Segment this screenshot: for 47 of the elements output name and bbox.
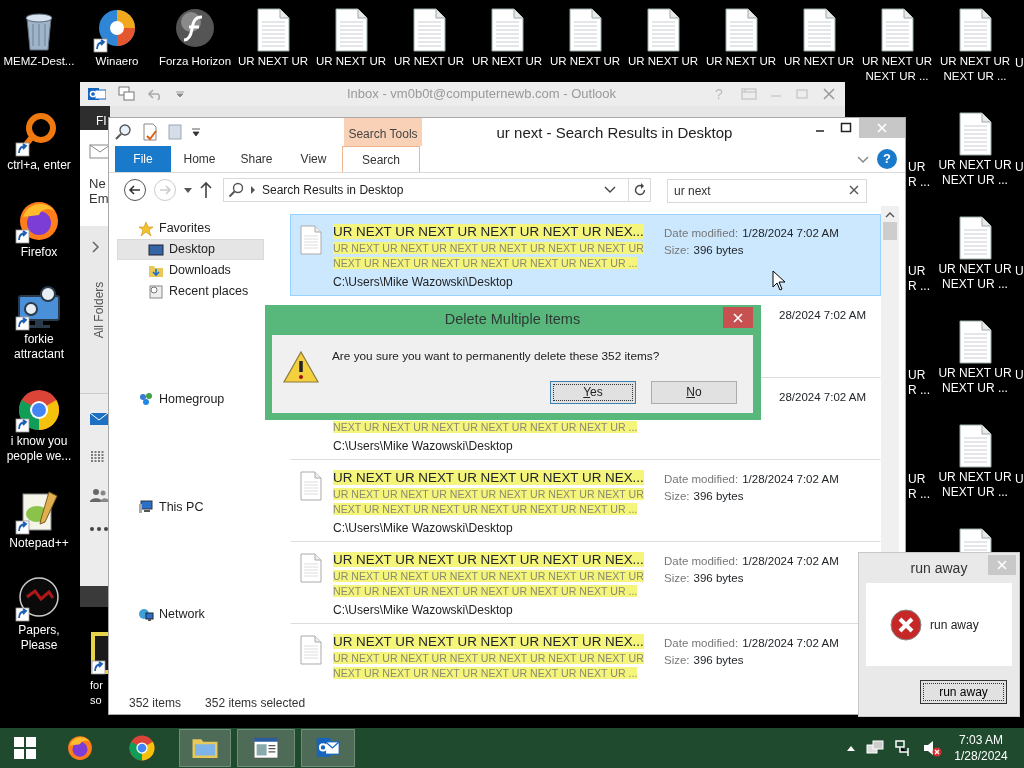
selection-count: 352 items selected bbox=[205, 694, 306, 712]
file-path: C:\Users\Mike Wazowski\Desktop bbox=[333, 521, 513, 535]
date-modified: 1/28/2024 7:02 AM bbox=[742, 554, 839, 569]
field-label: Size: bbox=[664, 489, 690, 504]
content-preview: NEXT UR NEXT UR NEXT UR NEXT UR NEXT UR NEXT UR ... bbox=[333, 421, 638, 433]
file-name: UR NEXT UR NEXT UR NEXT UR NEXT UR NEX... bbox=[333, 552, 644, 567]
field-label: Size: bbox=[664, 243, 690, 258]
clock-time: 7:03 AM bbox=[958, 732, 1004, 748]
date-modified: 28/2024 7:02 AM bbox=[779, 308, 866, 323]
file-size: 396 bytes bbox=[693, 653, 744, 668]
file-path: C:\Users\Mike Wazowski\Desktop bbox=[333, 275, 513, 289]
file-name: UR NEXT UR NEXT UR NEXT UR NEXT UR NEX... bbox=[333, 634, 644, 649]
file-name: UR NEXT UR NEXT UR NEXT UR NEXT UR NEX... bbox=[333, 470, 644, 485]
content-preview: UR NEXT UR NEXT UR NEXT UR NEXT UR NEXT UR NEXT UR bbox=[333, 488, 644, 500]
content-preview: UR NEXT UR NEXT UR NEXT UR NEXT UR NEXT UR NEXT UR bbox=[333, 570, 644, 582]
date-modified: 28/2024 7:02 AM bbox=[779, 390, 866, 405]
file-path: C:\Users\Mike Wazowski\Desktop bbox=[333, 603, 513, 617]
file-name: UR NEXT UR NEXT UR NEXT UR NEXT UR NEX... bbox=[333, 224, 644, 239]
content-preview: UR NEXT UR NEXT UR NEXT UR NEXT UR NEXT UR NEXT UR bbox=[333, 242, 644, 254]
dialog-message: Are you sure you want to permanently delete these 352 items? bbox=[332, 348, 661, 365]
dialog-title: Delete Multiple Items bbox=[443, 310, 582, 330]
date-modified: 1/28/2024 7:02 AM bbox=[742, 226, 839, 241]
dialog-title: run away bbox=[909, 558, 969, 578]
field-label: Size: bbox=[664, 571, 690, 586]
address-text: Search Results in Desktop bbox=[262, 181, 405, 199]
content-preview: NEXT UR NEXT UR NEXT UR NEXT UR NEXT UR NEXT UR ... bbox=[333, 585, 638, 597]
clock-date: 1/28/2024 bbox=[953, 748, 1009, 764]
content-preview: NEXT UR NEXT UR NEXT UR NEXT UR NEXT UR NEXT UR ... bbox=[333, 503, 638, 515]
content-preview: NEXT UR NEXT UR NEXT UR NEXT UR NEXT UR NEXT UR ... bbox=[333, 257, 638, 269]
window-title: ur next - Search Results in Desktop bbox=[495, 123, 734, 143]
file-path: C:\Users\Mike Wazowski\Desktop bbox=[333, 439, 513, 453]
item-count: 352 items bbox=[129, 694, 182, 712]
field-label: Date modified: bbox=[664, 636, 739, 651]
context-tab-label: Search Tools bbox=[344, 118, 422, 146]
window-title: Inbox - vm0b0t@computernewb.com - Outlook bbox=[346, 85, 617, 104]
field-label: Date modified: bbox=[664, 472, 739, 487]
file-size: 396 bytes bbox=[693, 243, 744, 258]
date-modified: 1/28/2024 7:02 AM bbox=[742, 636, 839, 651]
file-size: 396 bytes bbox=[693, 489, 744, 504]
date-modified: 1/28/2024 7:02 AM bbox=[742, 472, 839, 487]
content-preview: NEXT UR NEXT UR NEXT UR NEXT UR NEXT UR NEXT UR ... bbox=[333, 667, 638, 679]
file-size: 396 bytes bbox=[693, 571, 744, 586]
content-preview: UR NEXT UR NEXT UR NEXT UR NEXT UR NEXT UR NEXT UR bbox=[333, 652, 644, 664]
field-label: Size: bbox=[664, 653, 690, 668]
field-label: Date modified: bbox=[664, 554, 739, 569]
dialog-message: run away bbox=[930, 616, 979, 634]
field-label: Date modified: bbox=[664, 226, 739, 241]
